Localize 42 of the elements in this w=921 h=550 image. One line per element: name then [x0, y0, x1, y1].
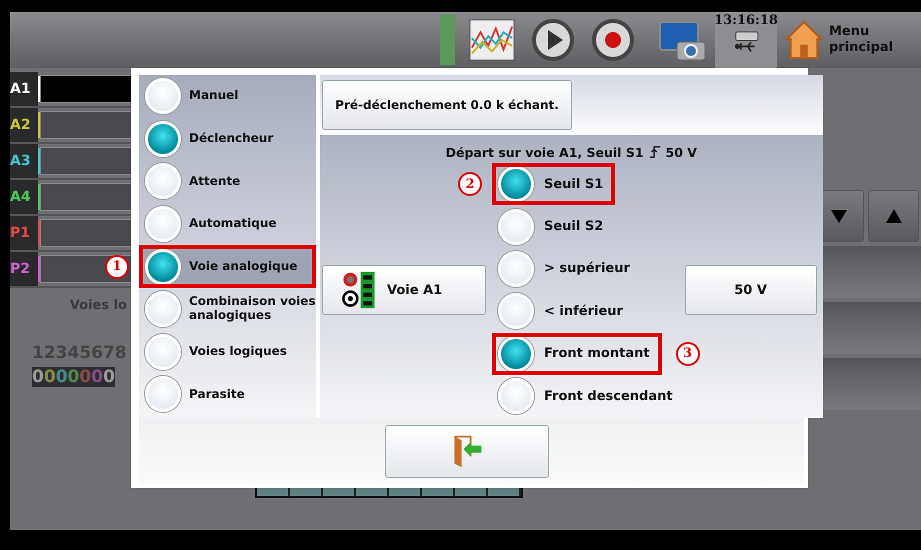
mode-option[interactable]: Automatique [139, 202, 316, 246]
channel-label: A1 [10, 72, 38, 106]
mode-option[interactable]: Attente [139, 160, 316, 203]
condition-option[interactable]: Front descendant [492, 374, 685, 418]
mode-option[interactable]: Combinaison voies analogiques [139, 288, 316, 331]
channel-label: A3 [10, 144, 38, 178]
level-button[interactable]: 50 V [684, 265, 817, 316]
exit-button[interactable] [384, 424, 548, 478]
monitor-camera-icon[interactable] [657, 18, 707, 62]
condition-option[interactable]: > supérieur [492, 248, 642, 290]
logic-states: 0000000 [32, 367, 115, 387]
condition-option[interactable]: < inférieur [492, 290, 635, 333]
condition-option[interactable]: Seuil S2 [492, 205, 616, 248]
down-arrow-icon [828, 207, 848, 225]
channel-label: A2 [10, 108, 38, 142]
trigger-level: 50 V [666, 144, 697, 160]
mode-option[interactable]: Déclencheur [139, 118, 316, 160]
house-icon [785, 19, 823, 61]
up-arrow-icon [884, 207, 904, 225]
status-bar-indicator [440, 15, 455, 65]
channel-label: A4 [10, 180, 38, 214]
mode-option[interactable]: Voies logiques [139, 330, 316, 374]
record-icon[interactable] [591, 18, 635, 62]
condition-option[interactable]: Front montant [492, 332, 662, 375]
mode-option[interactable]: Parasite [139, 373, 316, 416]
line-chart-icon[interactable] [469, 18, 515, 62]
rising-edge-icon [648, 145, 661, 159]
channel-button[interactable]: Voie A1 [322, 265, 486, 316]
clock-time: 13:16:18 [714, 13, 778, 28]
callout-number: 2 [458, 172, 482, 196]
channel-label: P2 [10, 252, 38, 286]
mode-option[interactable]: Voie analogique [139, 245, 316, 288]
channels-caption: Voies lo [70, 298, 127, 313]
channel-label: P1 [10, 216, 38, 250]
up-button[interactable] [868, 190, 919, 242]
mode-option[interactable]: Manuel [139, 75, 316, 118]
condition-option[interactable]: Seuil S1 [492, 163, 616, 206]
play-icon[interactable] [531, 18, 575, 62]
trigger-summary: Départ sur voie A1, Seuil S1 [446, 144, 644, 160]
pretrigger-button[interactable]: Pré-déclenchement 0.0 k échant. [322, 80, 572, 130]
main-menu-button[interactable]: Menu principal [777, 12, 921, 68]
callout-number: 3 [676, 342, 700, 366]
